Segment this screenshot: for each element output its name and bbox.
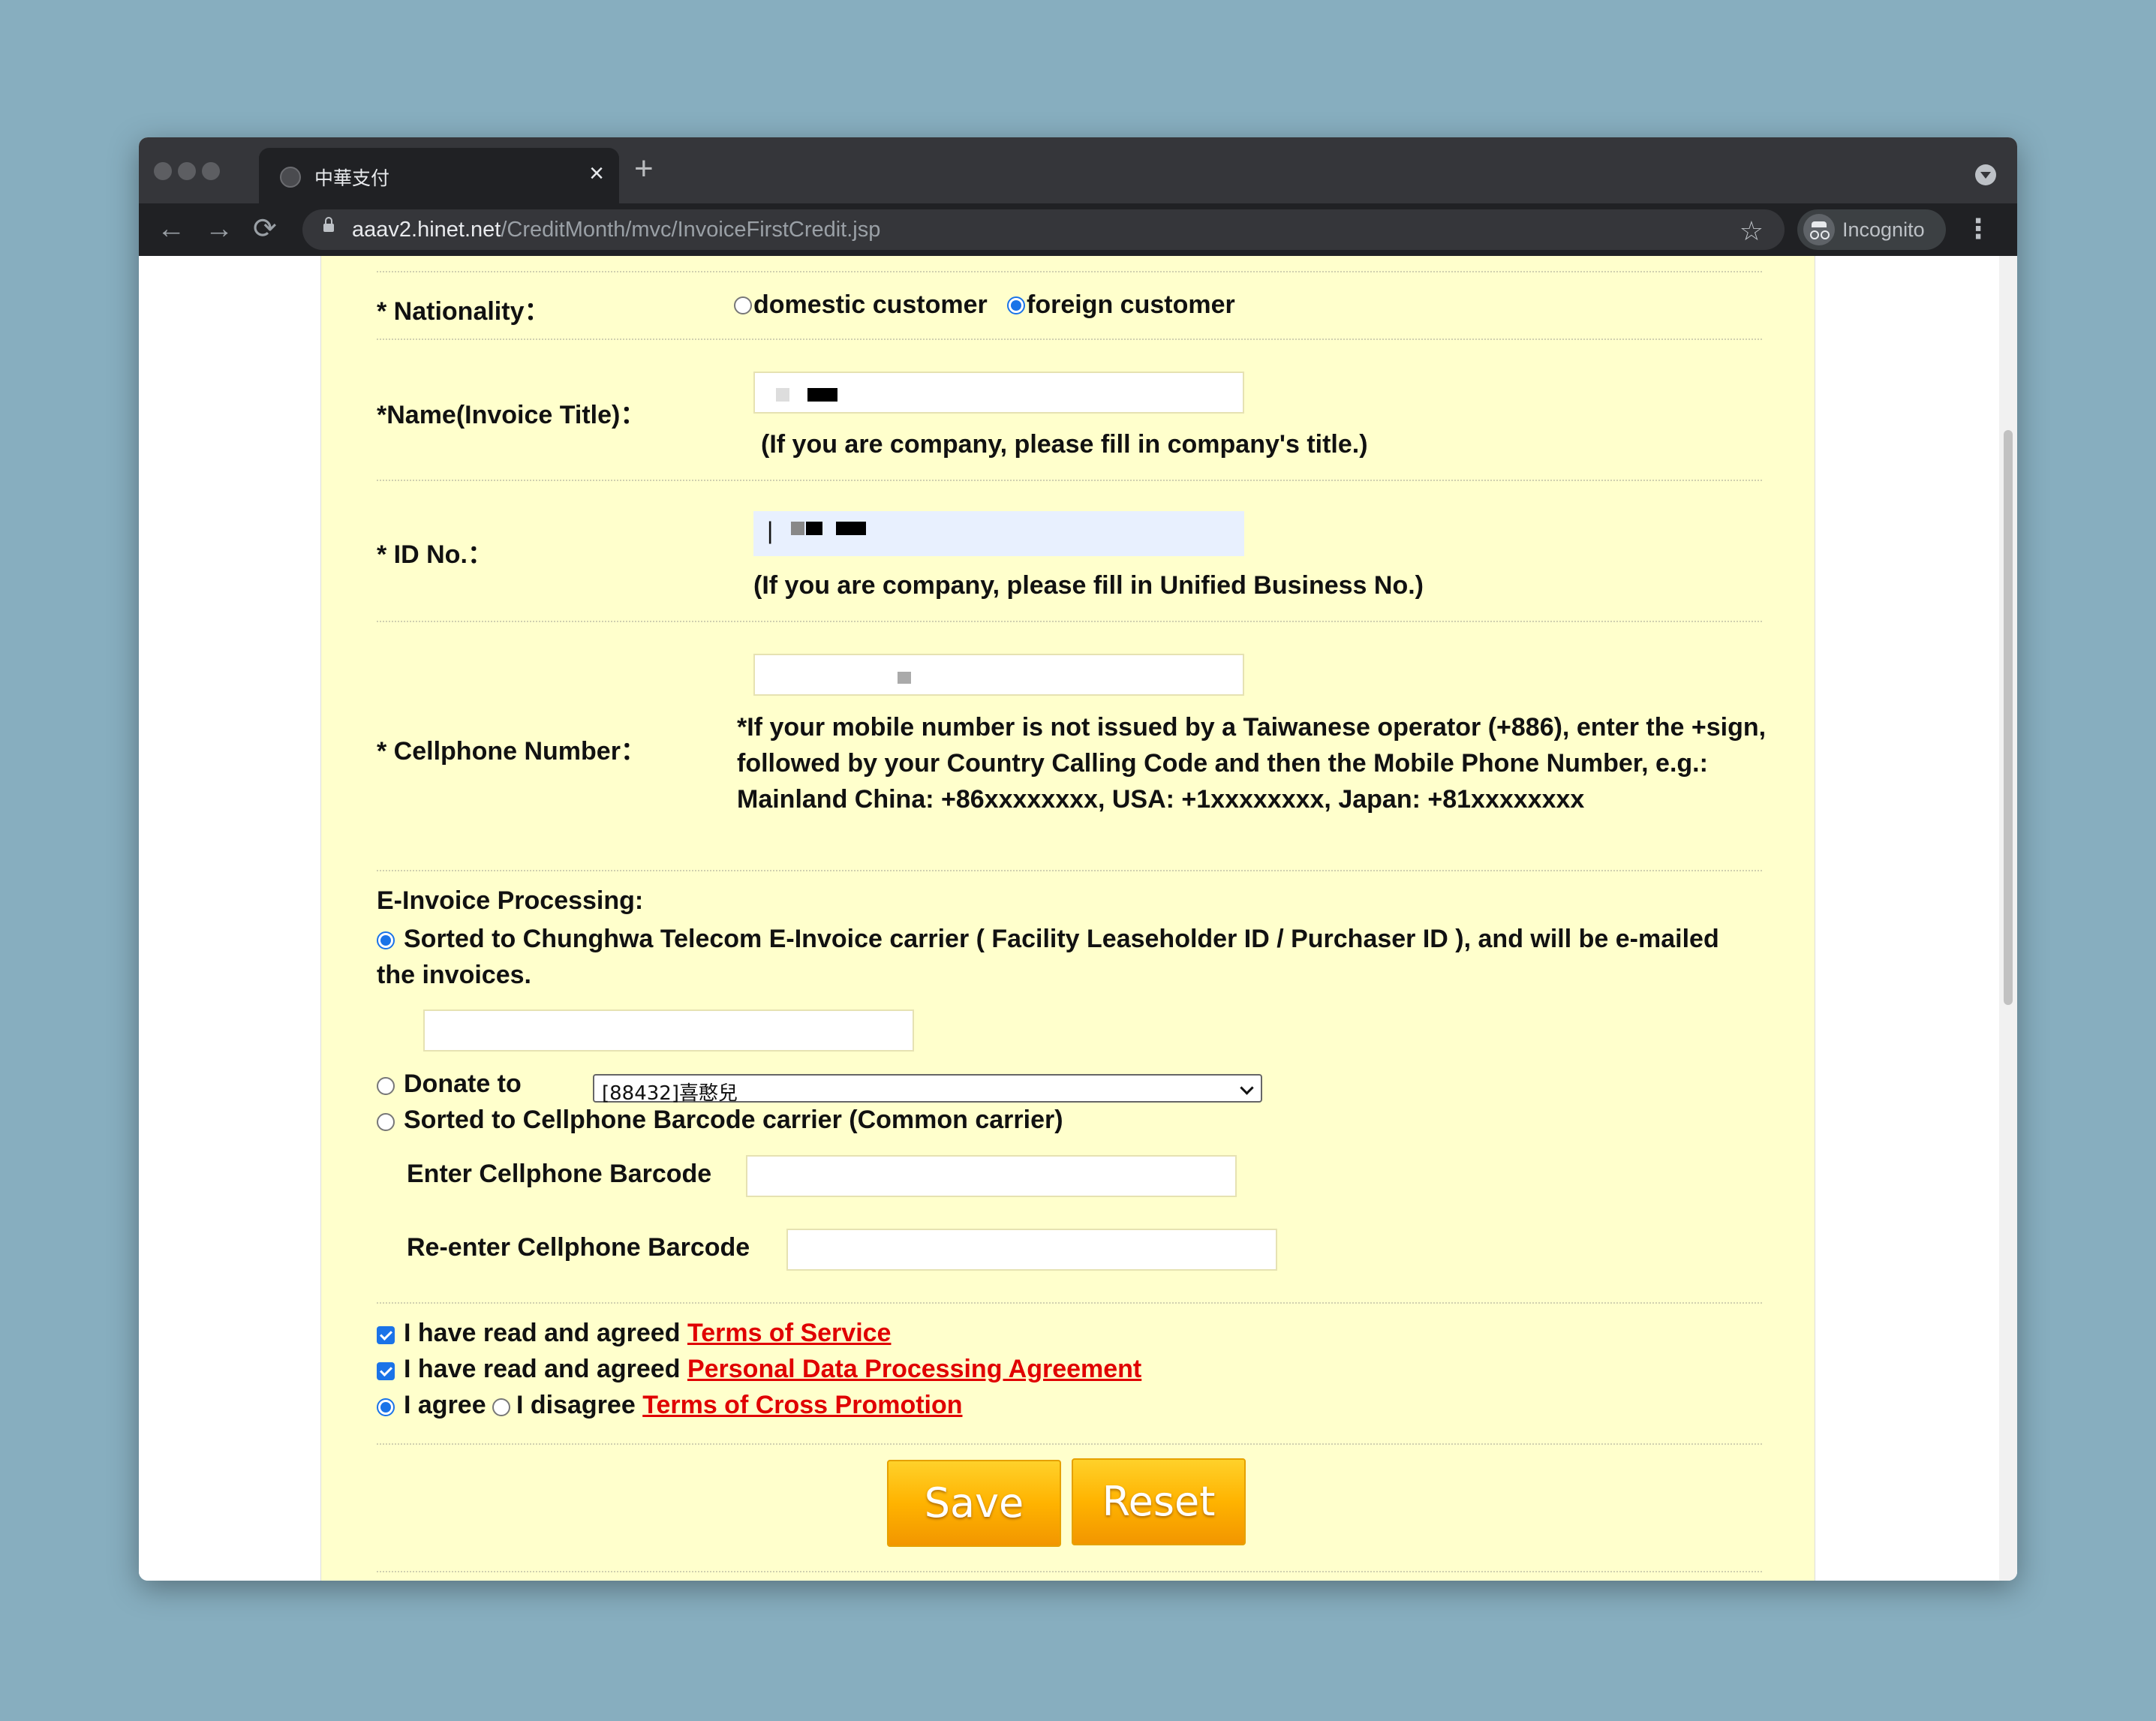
name-label: *Name(Invoice Title)： [377,401,646,429]
nationality-label: * Nationality： [377,297,550,326]
globe-icon [280,167,301,188]
cross-promotion-link[interactable]: Terms of Cross Promotion [642,1391,962,1419]
bookmark-star-icon[interactable]: ☆ [1740,215,1764,247]
barcode-carrier-radio[interactable] [377,1113,395,1131]
address-bar[interactable]: aaav2.hinet.net/CreditMonth/mvc/InvoiceF… [302,209,1785,250]
terms-row: I have read and agreed Terms of Service [404,1319,891,1348]
barcode-reenter-input[interactable] [786,1229,1277,1271]
domestic-customer-radio[interactable] [734,296,752,314]
reload-icon[interactable]: ⟳ [253,211,277,247]
forward-arrow-icon[interactable]: → [205,211,233,247]
cross-agree-radio[interactable] [377,1398,395,1416]
redacted-text [776,388,789,402]
name-note: (If you are company, please fill in comp… [761,430,1368,459]
incognito-icon [1803,214,1835,245]
foreign-customer-label: foreign customer [1027,290,1235,319]
donate-label: Donate to [404,1070,522,1098]
donate-radio[interactable] [377,1077,395,1095]
tab-strip: 中華支付 × + [139,137,2017,203]
donate-select[interactable]: [88432]喜憨兒 [593,1074,1262,1105]
privacy-checkbox[interactable] [377,1362,395,1380]
url-path: /CreditMonth/mvc/InvoiceFirstCredit.jsp [501,218,881,242]
id-no-input[interactable]: | [753,511,1244,556]
new-tab-button[interactable]: + [634,152,654,185]
divider [377,1443,1762,1445]
terms-checkbox[interactable] [377,1326,395,1344]
redacted-text [836,522,866,535]
invoice-form-panel: * Nationality： domestic customer foreign… [320,256,1815,1581]
chunghwa-email-input[interactable] [423,1009,914,1052]
divider [377,271,1762,272]
close-tab-icon[interactable]: × [589,158,604,188]
cross-agree-label: I agree [404,1391,486,1419]
browser-window: 中華支付 × + ← → ⟳ aaav2.hinet.net/CreditMon… [139,137,2017,1581]
chevron-down-icon [1240,1081,1254,1095]
cellphone-note: *If your mobile number is not issued by … [737,713,1767,814]
lock-icon [323,217,334,232]
maximize-window-dot[interactable] [202,162,220,180]
barcode-carrier-label: Sorted to Cellphone Barcode carrier (Com… [404,1106,1063,1134]
chunghwa-carrier-label: Sorted to Chunghwa Telecom E-Invoice car… [377,925,1719,989]
cross-disagree-label: I disagree [516,1391,636,1419]
browser-toolbar: ← → ⟳ aaav2.hinet.net/CreditMonth/mvc/In… [139,203,2017,256]
einvoice-heading: E-Invoice Processing: [377,886,644,915]
terms-of-service-link[interactable]: Terms of Service [687,1319,892,1347]
url-text[interactable]: aaav2.hinet.net/CreditMonth/mvc/InvoiceF… [352,218,880,242]
barcode-input[interactable] [746,1155,1237,1197]
redacted-text [898,672,911,684]
domestic-customer-label: domestic customer [753,290,988,319]
url-host: aaav2.hinet.net [352,218,501,242]
divider [377,870,1762,871]
reset-button[interactable]: Reset [1072,1458,1246,1545]
divider [377,1571,1762,1572]
terms-prefix: I have read and agreed [404,1319,681,1347]
divider [377,480,1762,481]
barcode-label: Enter Cellphone Barcode [407,1160,712,1188]
foreign-customer-radio[interactable] [1007,296,1025,314]
vertical-scrollbar[interactable] [1999,256,2017,1581]
privacy-agreement-link[interactable]: Personal Data Processing Agreement [687,1355,1141,1383]
privacy-prefix: I have read and agreed [404,1355,681,1383]
cellphone-label: * Cellphone Number： [377,737,646,766]
cross-disagree-radio[interactable] [492,1398,510,1416]
cross-disagree-row: I disagree Terms of Cross Promotion [516,1391,963,1420]
redacted-text [806,522,822,535]
close-window-dot[interactable] [154,162,172,180]
divider [377,338,1762,340]
minimize-window-dot[interactable] [178,162,196,180]
redacted-text [791,522,804,535]
tab-title: 中華支付 [314,167,390,189]
page-viewport: * Nationality： domestic customer foreign… [139,256,2017,1581]
barcode-reenter-label: Re-enter Cellphone Barcode [407,1233,750,1262]
divider [377,621,1762,622]
incognito-profile-button[interactable]: Incognito [1797,209,1946,250]
browser-tab[interactable]: 中華支付 × [259,148,619,203]
cellphone-input[interactable] [753,654,1244,696]
redacted-text [807,388,837,402]
back-arrow-icon[interactable]: ← [157,211,185,247]
name-input[interactable] [753,372,1244,414]
scrollbar-thumb[interactable] [2004,430,2013,1005]
divider [377,1302,1762,1304]
id-no-label: * ID No.： [377,540,493,569]
save-button[interactable]: Save [887,1460,1061,1547]
tab-search-icon[interactable] [1975,164,1996,185]
browser-menu-icon[interactable]: ⋮ [1965,212,1992,245]
incognito-label: Incognito [1842,218,1925,241]
donate-select-value: [88432]喜憨兒 [602,1082,738,1105]
privacy-row: I have read and agreed Personal Data Pro… [404,1355,1141,1384]
id-no-note: (If you are company, please fill in Unif… [753,571,1424,600]
text-cursor: | [767,517,774,544]
